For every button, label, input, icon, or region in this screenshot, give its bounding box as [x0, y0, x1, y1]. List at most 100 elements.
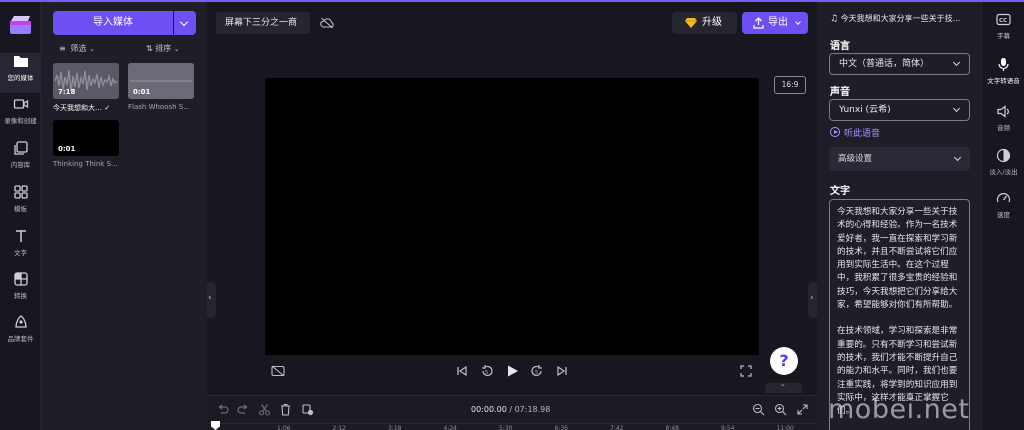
rail-item-fade[interactable]: 淡入/淡出	[982, 148, 1024, 186]
caption-toggle-icon[interactable]	[271, 364, 285, 378]
import-options-dropdown[interactable]	[174, 11, 196, 35]
speedometer-icon	[996, 193, 1011, 203]
editor-area: 屏幕下三分之一商 升级 导出 16:9 ‹ › 5 5 ? ⌄ 00:00.00	[207, 2, 817, 430]
media-item-name: Flash Whoosh S...	[128, 103, 190, 111]
microphone-icon	[998, 58, 1009, 71]
transitions-icon	[13, 272, 28, 286]
time-readout: 00:00.00 / 07:18.98	[471, 405, 550, 414]
ruler-tick-label: 4:24	[443, 425, 457, 430]
undo-icon[interactable]	[216, 403, 229, 416]
redo-icon[interactable]	[237, 403, 250, 416]
templates-icon	[13, 185, 28, 199]
ruler-tick-label: 9:54	[721, 425, 735, 430]
media-item-audio-2[interactable]: 0:01	[128, 63, 194, 99]
ruler-tick-label: 3:18	[388, 425, 402, 430]
media-item-audio-1[interactable]: 7:18	[53, 63, 119, 99]
voice-select[interactable]: Yunxi (云希)	[829, 99, 970, 121]
sort-button[interactable]: ⇅ 排序 ⌄	[146, 43, 180, 54]
svg-text:5: 5	[535, 370, 538, 376]
language-label: 语言	[830, 41, 850, 52]
panel-header-text: 今天我想和大家分享一些关于技...	[840, 14, 961, 23]
panel-header: ♫ 今天我想和大家分享一些关于技...	[830, 13, 970, 24]
zoom-in-icon[interactable]	[774, 403, 787, 416]
rail-item-brand-kit[interactable]: 品牌套件	[0, 314, 41, 354]
collapse-left-panel-button[interactable]: ‹	[207, 282, 216, 318]
ruler-tick-label: 5:30	[499, 425, 513, 430]
sort-label: 排序	[155, 44, 172, 53]
rewind-5s-icon[interactable]: 5	[480, 364, 494, 378]
svg-text:5: 5	[485, 370, 488, 376]
rail-item-text-to-speech[interactable]: 文字转语音	[982, 57, 1024, 95]
rail-item-audio[interactable]: 音频	[982, 104, 1024, 142]
media-name-text: 今天我想和大…	[53, 104, 102, 112]
duplicate-icon[interactable]	[301, 403, 314, 416]
advanced-settings-toggle[interactable]: 高级设置	[829, 147, 970, 171]
media-panel: 导入媒体 ≡ 筛选 ⌄ ⇅ 排序 ⌄ 7:18 今天我想和大… ✓ 0:01 F…	[41, 2, 207, 430]
cloud-offline-icon[interactable]	[320, 17, 334, 29]
ruler-tick-label: 6:36	[554, 425, 568, 430]
filter-button[interactable]: ≡ 筛选 ⌄	[59, 43, 95, 54]
chevron-down-icon	[795, 19, 801, 25]
aspect-ratio-button[interactable]: 16:9	[774, 76, 806, 94]
collapse-right-panel-button[interactable]: ›	[808, 282, 817, 318]
chevron-down-icon: ⌄	[173, 45, 180, 53]
scissors-icon[interactable]	[258, 403, 271, 416]
rail-item-captions[interactable]: CC 字幕	[982, 12, 1024, 50]
rail-label: 转换	[14, 292, 27, 300]
skip-forward-icon[interactable]	[555, 364, 569, 378]
app-logo-icon[interactable]	[10, 16, 31, 34]
export-button[interactable]: 导出	[742, 12, 808, 34]
language-select[interactable]: 中文（普通话，简体）	[829, 53, 970, 75]
listen-voice-button[interactable]: 听此语音	[830, 126, 880, 139]
help-collapse-tab[interactable]: ⌄	[765, 380, 802, 393]
rail-item-transitions[interactable]: 转换	[0, 271, 41, 311]
rail-item-text[interactable]: 文字	[0, 228, 41, 268]
rail-label: 模板	[14, 205, 27, 213]
media-duration: 0:01	[133, 88, 151, 96]
fit-timeline-icon[interactable]	[796, 403, 809, 416]
rail-item-speed[interactable]: 速度	[982, 191, 1024, 229]
media-item-video-1[interactable]: 0:01	[53, 120, 119, 156]
fullscreen-icon[interactable]	[739, 364, 753, 378]
play-icon[interactable]	[505, 364, 519, 378]
left-nav-rail: 您的媒体 录像和创建 内容库 模板 文字 转换 品牌套件	[0, 2, 41, 430]
ruler-tick-label: 1:06	[277, 425, 291, 430]
help-button[interactable]: ?	[770, 347, 798, 375]
speaker-icon	[997, 105, 1009, 118]
rail-item-record-create[interactable]: 录像和创建	[0, 96, 41, 136]
chevron-right-icon: ›	[810, 293, 814, 303]
chevron-down-icon: ⌄	[89, 45, 95, 53]
media-duration: 0:01	[58, 145, 76, 153]
script-paragraph: 今天我想和大家分享一些关于技术的心得和经验。作为一名技术爱好者，我一直在探索和学…	[837, 207, 958, 311]
import-media-button[interactable]: 导入媒体	[53, 11, 173, 35]
media-duration: 7:18	[58, 88, 76, 96]
ruler-tick-label: 7:42	[610, 425, 624, 430]
rail-item-content-library[interactable]: 内容库	[0, 140, 41, 180]
fade-icon	[996, 148, 1011, 163]
text-label: 文字	[830, 186, 850, 197]
trash-icon[interactable]	[279, 403, 292, 416]
text-to-speech-panel: ♫ 今天我想和大家分享一些关于技... 语言 中文（普通话，简体） 声音 Yun…	[817, 2, 981, 430]
rail-item-templates[interactable]: 模板	[0, 184, 41, 224]
brand-kit-icon	[14, 315, 27, 328]
ruler-tick-label: 2:12	[332, 425, 346, 430]
current-time: 00:00.00	[471, 405, 507, 414]
rail-item-your-media[interactable]: 您的媒体	[0, 53, 41, 93]
folder-icon	[13, 56, 28, 67]
upgrade-button[interactable]: 升级	[672, 12, 737, 34]
play-circle-icon	[830, 127, 840, 137]
rail-label: 音频	[997, 124, 1010, 132]
video-preview[interactable]	[265, 78, 759, 355]
chevron-down-icon: ⌄	[780, 380, 786, 388]
media-item-name: 今天我想和大… ✓	[53, 103, 123, 113]
chevron-down-icon	[952, 58, 961, 67]
project-title-input[interactable]: 屏幕下三分之一商	[216, 12, 310, 34]
skip-back-icon[interactable]	[455, 364, 469, 378]
rail-label: 淡入/淡出	[989, 168, 1018, 176]
total-time: 07:18.98	[514, 405, 551, 414]
media-item-name: Thinking Think S...	[53, 160, 118, 168]
chevron-down-icon	[953, 153, 962, 162]
zoom-out-icon[interactable]	[752, 403, 765, 416]
cc-icon: CC	[996, 13, 1011, 26]
forward-5s-icon[interactable]: 5	[530, 364, 544, 378]
